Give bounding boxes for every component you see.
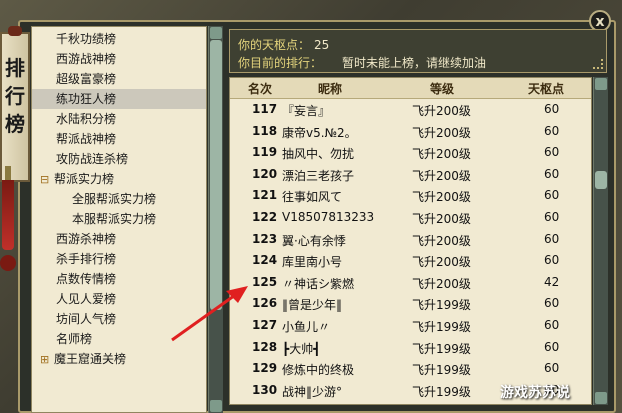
watermark-text: 游戏苏苏说 (500, 385, 570, 401)
ranking-window: 排 行 榜 x 千秋功绩榜 西游战神榜 超级富豪榜 练功狂人榜 水陆积分榜 帮派战神榜 攻防… (0, 0, 622, 413)
arrow-shaft (171, 291, 239, 342)
red-annotation-arrow (171, 286, 248, 342)
